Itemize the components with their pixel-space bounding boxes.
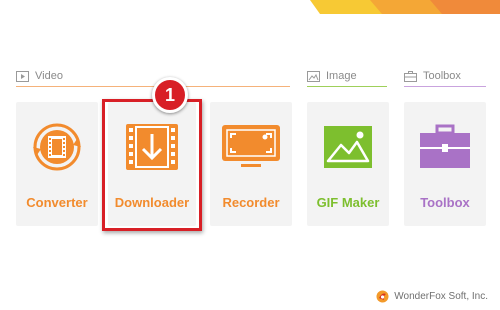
corner-decoration [310, 0, 500, 14]
downloader-card[interactable]: Downloader [108, 102, 196, 226]
download-icon [126, 124, 178, 170]
section-label-video: Video [35, 70, 63, 82]
video-section-icon [16, 70, 29, 82]
section-header-image: Image [307, 66, 357, 86]
film-convert-icon [33, 123, 81, 171]
downloader-label: Downloader [114, 195, 190, 210]
image-icon [324, 126, 372, 168]
recorder-card[interactable]: Recorder [210, 102, 292, 226]
toolbox-label: Toolbox [420, 195, 470, 210]
step-badge: 1 [152, 77, 188, 113]
toolbox-icon [420, 124, 470, 168]
section-label-toolbox: Toolbox [423, 70, 461, 82]
gif-maker-card[interactable]: GIF Maker [307, 102, 389, 226]
screen-record-icon [222, 125, 280, 167]
toolbox-section-icon [404, 70, 417, 82]
section-divider-toolbox [404, 86, 486, 87]
section-header-video: Video [16, 66, 63, 86]
gif-maker-label: GIF Maker [316, 195, 380, 210]
wonderfox-logo-icon [376, 290, 389, 303]
company-logo: WonderFox Soft, Inc. [376, 290, 488, 303]
brand-name: WonderFox Soft, Inc. [394, 291, 488, 302]
image-section-icon [307, 70, 320, 82]
converter-label: Converter [26, 195, 88, 210]
recorder-label: Recorder [222, 195, 280, 210]
section-header-toolbox: Toolbox [404, 66, 461, 86]
section-divider-image [307, 86, 387, 87]
converter-card[interactable]: Converter [16, 102, 98, 226]
toolbox-card[interactable]: Toolbox [404, 102, 486, 226]
section-label-image: Image [326, 70, 357, 82]
